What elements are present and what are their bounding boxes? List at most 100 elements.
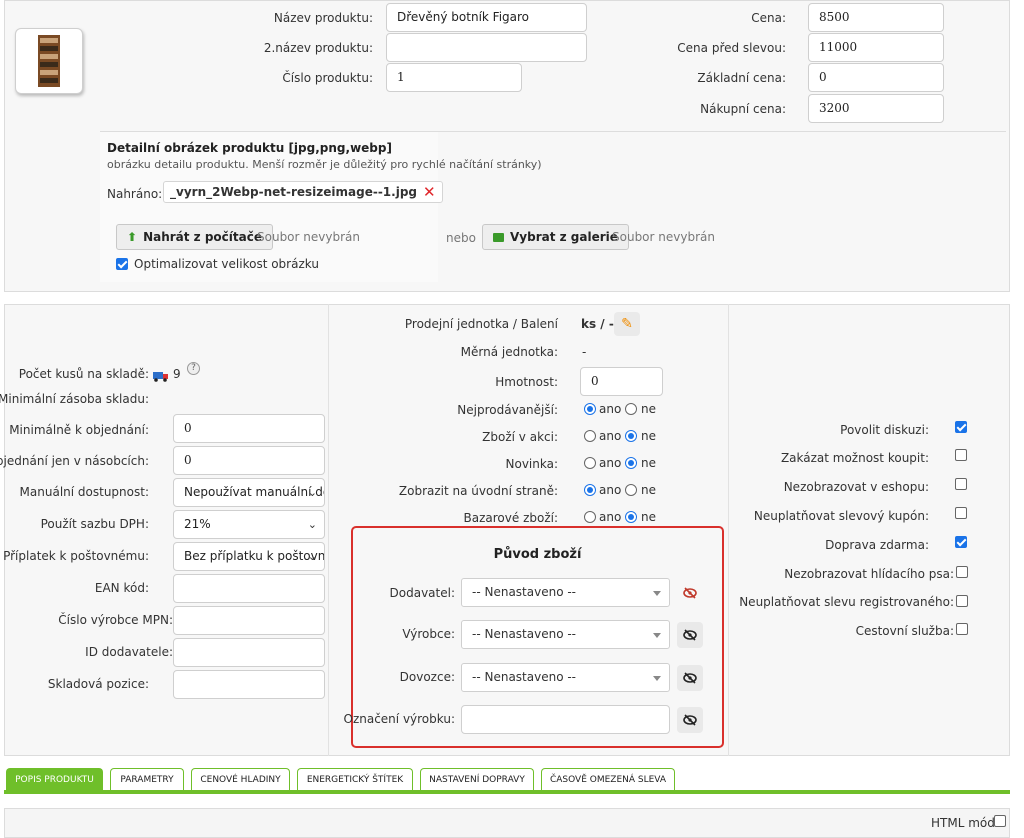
caret-down-icon bbox=[653, 633, 661, 638]
shoe-rack-image bbox=[38, 35, 60, 87]
disable-purchase-label: Zakázat možnost koupit: bbox=[780, 451, 929, 465]
optimize-image-checkbox[interactable] bbox=[116, 258, 128, 270]
html-mode-label: HTML mód bbox=[931, 816, 995, 830]
product-name-input[interactable]: Dřevěný botník Figaro bbox=[386, 3, 587, 32]
no-registered-discount-label: Neuplatňovat slevu registrovaného: bbox=[739, 595, 954, 609]
on-sale-yes-radio[interactable] bbox=[584, 430, 596, 442]
sales-unit-value: ks / - bbox=[581, 317, 614, 331]
uploaded-label: Nahráno: bbox=[107, 187, 163, 201]
on-sale-no-label: ne bbox=[641, 429, 656, 443]
travel-service-checkbox[interactable] bbox=[956, 623, 968, 635]
no-registered-discount-checkbox[interactable] bbox=[956, 595, 968, 607]
no-file-selected-text-2: Soubor nevybrán bbox=[612, 230, 715, 244]
optimize-image-label: Optimalizovat velikost obrázku bbox=[134, 257, 319, 271]
mpn-label: Číslo výrobce MPN: bbox=[58, 613, 173, 627]
purchase-price-input[interactable]: 3200 bbox=[808, 94, 944, 123]
availability-select[interactable]: Nepoužívat manuální dostupnost ⌄ bbox=[173, 478, 325, 507]
uploaded-file-name: _vyrn_2Webp-net-resizeimage--1.jpg bbox=[170, 185, 418, 199]
vat-select[interactable]: 21% ⌄ bbox=[173, 510, 325, 539]
tab-parameters[interactable]: PARAMETRY bbox=[110, 768, 184, 790]
bestseller-label: Nejprodávanější: bbox=[457, 403, 558, 417]
ean-input[interactable] bbox=[173, 574, 325, 603]
product-number-input[interactable]: 1 bbox=[386, 63, 522, 92]
multiples-input[interactable]: 0 bbox=[173, 446, 325, 475]
homepage-no-radio[interactable] bbox=[625, 484, 637, 496]
tab-product-description[interactable]: POPIS PRODUKTU bbox=[6, 768, 103, 790]
min-order-input[interactable]: 0 bbox=[173, 414, 325, 443]
vat-label: Použít sazbu DPH: bbox=[40, 517, 149, 531]
remove-file-icon[interactable]: ✕ bbox=[423, 184, 436, 200]
disable-purchase-checkbox[interactable] bbox=[955, 449, 967, 461]
hide-watchdog-label: Nezobrazovat hlídacího psa: bbox=[784, 567, 954, 581]
bazaar-label: Bazarové zboží: bbox=[463, 511, 558, 525]
editor-panel bbox=[4, 808, 1010, 838]
min-stock-label: Minimální zásoba skladu: bbox=[0, 392, 149, 406]
weight-input[interactable]: 0 bbox=[580, 367, 663, 396]
supplier-select[interactable]: -- Nenastaveno -- bbox=[461, 578, 670, 607]
postage-select-value: Bez příplatku k poštovnému bbox=[184, 549, 325, 563]
postage-select[interactable]: Bez příplatku k poštovnému ⌄ bbox=[173, 542, 325, 571]
chevron-down-icon: ⌄ bbox=[307, 550, 317, 563]
price-before-discount-input[interactable]: 11000 bbox=[808, 33, 944, 62]
homepage-yes-label: ano bbox=[599, 483, 622, 497]
product-mark-label: Označení výrobku: bbox=[343, 712, 456, 726]
bestseller-yes-label: ano bbox=[599, 402, 622, 416]
on-sale-yes-label: ano bbox=[599, 429, 622, 443]
bazaar-yes-radio[interactable] bbox=[584, 511, 596, 523]
base-price-input[interactable]: 0 bbox=[808, 63, 944, 92]
mpn-input[interactable] bbox=[173, 606, 325, 635]
upload-arrow-icon: ⬆ bbox=[127, 230, 138, 244]
product-name-label: Název produktu: bbox=[273, 11, 373, 25]
hide-in-eshop-checkbox[interactable] bbox=[955, 478, 967, 490]
price-input[interactable]: 8500 bbox=[808, 3, 944, 32]
eye-slash-icon[interactable] bbox=[677, 622, 703, 648]
on-sale-no-radio[interactable] bbox=[625, 430, 637, 442]
warehouse-position-input[interactable] bbox=[173, 670, 325, 699]
eye-slash-icon[interactable] bbox=[677, 580, 703, 606]
new-yes-label: ano bbox=[599, 456, 622, 470]
chevron-down-icon: ⌄ bbox=[307, 486, 317, 499]
tab-shipping-settings[interactable]: NASTAVENÍ DOPRAVY bbox=[420, 768, 534, 790]
no-coupon-checkbox[interactable] bbox=[955, 507, 967, 519]
origin-title: Původ zboží bbox=[493, 547, 582, 562]
tab-time-limited-discount[interactable]: ČASOVĚ OMEZENÁ SLEVA bbox=[541, 768, 675, 790]
importer-select[interactable]: -- Nenastaveno -- bbox=[461, 663, 670, 692]
importer-select-value: -- Nenastaveno -- bbox=[472, 670, 577, 684]
manufacturer-select[interactable]: -- Nenastaveno -- bbox=[461, 620, 670, 649]
bazaar-yes-label: ano bbox=[599, 510, 622, 524]
help-icon[interactable]: ? bbox=[187, 362, 200, 375]
new-no-label: ne bbox=[641, 456, 656, 470]
allow-discussion-checkbox[interactable] bbox=[955, 421, 967, 433]
supplier-select-value: -- Nenastaveno -- bbox=[472, 585, 577, 599]
homepage-yes-radio[interactable] bbox=[584, 484, 596, 496]
new-yes-radio[interactable] bbox=[584, 457, 596, 469]
upload-from-computer-button[interactable]: ⬆ Nahrát z počítače bbox=[116, 224, 273, 250]
hide-in-eshop-label: Nezobrazovat v eshopu: bbox=[783, 480, 929, 494]
stock-truck-icon[interactable] bbox=[153, 370, 169, 382]
on-sale-label: Zboží v akci: bbox=[482, 430, 558, 444]
or-text: nebo bbox=[446, 231, 476, 245]
hide-watchdog-checkbox[interactable] bbox=[956, 566, 968, 578]
stock-count-label: Počet kusů na skladě: bbox=[18, 367, 149, 381]
column-divider-1 bbox=[328, 304, 329, 756]
image-section-description: obrázku detailu produktu. Menší rozměr j… bbox=[107, 158, 542, 171]
choose-from-gallery-button[interactable]: Vybrat z galerie bbox=[482, 224, 629, 250]
tab-price-levels[interactable]: CENOVÉ HLADINY bbox=[191, 768, 290, 790]
bazaar-no-radio[interactable] bbox=[625, 511, 637, 523]
product-thumbnail[interactable] bbox=[15, 28, 83, 94]
supplier-id-input[interactable] bbox=[173, 638, 325, 667]
new-no-radio[interactable] bbox=[625, 457, 637, 469]
bestseller-no-radio[interactable] bbox=[625, 403, 637, 415]
product-mark-input[interactable] bbox=[461, 705, 670, 734]
purchase-price-label: Nákupní cena: bbox=[700, 102, 786, 116]
product-name2-input[interactable] bbox=[386, 33, 587, 62]
free-shipping-label: Doprava zdarma: bbox=[825, 538, 929, 552]
free-shipping-checkbox[interactable] bbox=[955, 536, 967, 548]
eye-slash-icon[interactable] bbox=[677, 707, 703, 733]
edit-pencil-icon[interactable]: ✎ bbox=[614, 312, 640, 336]
eye-slash-icon[interactable] bbox=[677, 665, 703, 691]
postage-label: Příplatek k poštovnému: bbox=[3, 549, 149, 563]
bestseller-yes-radio[interactable] bbox=[584, 403, 596, 415]
html-mode-checkbox[interactable] bbox=[994, 815, 1006, 827]
tab-energy-label[interactable]: ENERGETICKÝ ŠTÍTEK bbox=[297, 768, 413, 790]
